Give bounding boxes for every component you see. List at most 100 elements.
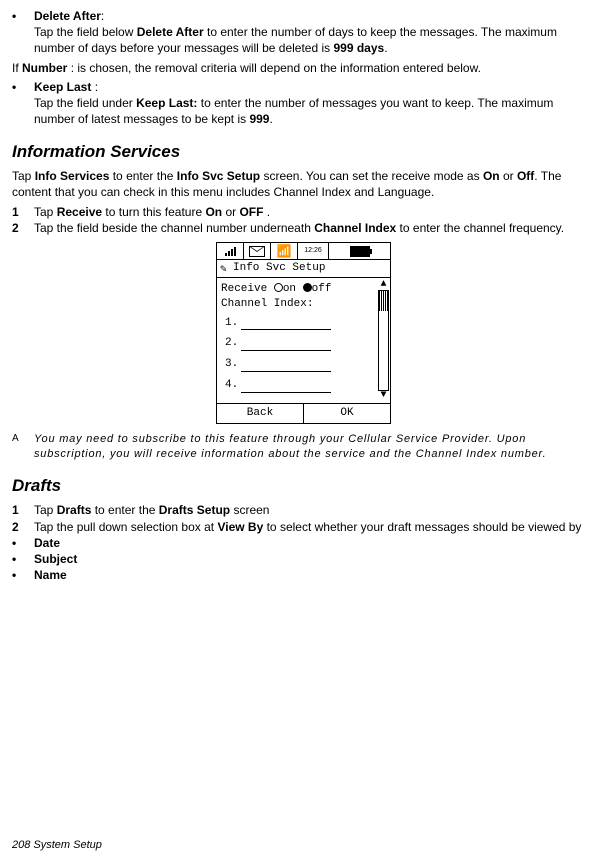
step-content: Tap Drafts to enter the Drafts Setup scr… <box>34 502 595 518</box>
text: Tap <box>34 205 57 219</box>
keep-last-label: Keep Last <box>34 80 91 94</box>
scroll-thumb[interactable] <box>379 291 388 311</box>
step-content: Tap Receive to turn this feature On or O… <box>34 204 595 220</box>
antenna-icon: 📶 <box>271 243 298 259</box>
screen-ref: Drafts Setup <box>159 503 230 517</box>
input-underline[interactable] <box>241 340 331 351</box>
softkey-back[interactable]: Back <box>217 404 304 423</box>
text: to enter the <box>109 169 176 183</box>
channel-line-3[interactable]: 3. <box>225 357 376 372</box>
text: to select whether your draft messages sh… <box>263 520 581 534</box>
field-ref: Receive <box>57 205 102 219</box>
bullet-name: • Name <box>12 567 595 583</box>
delete-after-body: Tap the field below Delete After to ente… <box>34 24 595 56</box>
field-ref: View By <box>217 520 263 534</box>
if-number-line: If Number : is chosen, the removal crite… <box>12 60 595 76</box>
phone-title: Info Svc Setup <box>233 261 325 276</box>
info-step-2: 2 Tap the field beside the channel numbe… <box>12 220 595 236</box>
receive-off-label: off <box>312 283 332 295</box>
text: Tap <box>12 169 35 183</box>
softkey-ok[interactable]: OK <box>304 404 390 423</box>
mode-off: OFF <box>239 205 263 219</box>
bullet-dot: • <box>12 535 34 551</box>
page-footer: 208 System Setup <box>12 838 102 853</box>
battery-icon <box>329 243 390 259</box>
signal-icon <box>217 243 244 259</box>
receive-on-label: on <box>283 283 296 295</box>
drafts-step-1: 1 Tap Drafts to enter the Drafts Setup s… <box>12 502 595 518</box>
text: Tap the field beside the channel number … <box>34 221 314 235</box>
content: Delete After: Tap the field below Delete… <box>34 8 595 57</box>
step-number: 1 <box>12 204 34 220</box>
text: . <box>263 205 270 219</box>
step-number: 1 <box>12 502 34 518</box>
status-bar: 📶 12:26 <box>216 242 391 260</box>
option-name: Number <box>22 61 67 75</box>
keep-last-body: Tap the field under Keep Last: to enter … <box>34 95 595 127</box>
bullet-dot: • <box>12 567 34 583</box>
bullet-delete-after: • Delete After: Tap the field below Dele… <box>12 8 595 57</box>
input-underline[interactable] <box>241 361 331 372</box>
limit-value: 999 days <box>334 41 385 55</box>
text: screen. You can set the receive mode as <box>260 169 483 183</box>
scroll-track[interactable] <box>378 290 389 391</box>
scroll-up-icon[interactable]: ▲ <box>380 280 386 290</box>
channel-line-1[interactable]: 1. <box>225 316 376 331</box>
step-number: 2 <box>12 519 34 535</box>
content: Date <box>34 535 595 551</box>
bullet-subject: • Subject <box>12 551 595 567</box>
pencil-icon <box>220 263 230 273</box>
menu-ref: Drafts <box>57 503 92 517</box>
radio-on-icon[interactable] <box>274 283 283 292</box>
keep-last-label-line: Keep Last : <box>34 79 595 95</box>
phone-screenshot: 📶 12:26 Info Svc Setup Receive on off Ch… <box>12 242 595 424</box>
input-underline[interactable] <box>241 319 331 330</box>
text: Tap the field under <box>34 96 136 110</box>
receive-row[interactable]: Receive on off <box>221 282 376 297</box>
mode-off: Off <box>517 169 534 183</box>
phone-frame: 📶 12:26 Info Svc Setup Receive on off Ch… <box>216 242 391 424</box>
step-content: Tap the field beside the channel number … <box>34 220 595 236</box>
channel-line-4[interactable]: 4. <box>225 378 376 393</box>
info-step-1: 1 Tap Receive to turn this feature On or… <box>12 204 595 220</box>
field-ref: Delete After <box>137 25 204 39</box>
text: If <box>12 61 22 75</box>
input-underline[interactable] <box>241 382 331 393</box>
text: screen <box>230 503 269 517</box>
phone-title-bar: Info Svc Setup <box>216 260 391 278</box>
field-ref: Channel Index <box>314 221 396 235</box>
content: Keep Last : Tap the field under Keep Las… <box>34 79 595 128</box>
note-text: You may need to subscribe to this featur… <box>34 432 595 462</box>
line-number: 3. <box>225 357 241 372</box>
receive-label: Receive <box>221 283 267 295</box>
bullet-dot: • <box>12 79 34 128</box>
mode-on: On <box>205 205 222 219</box>
field-ref: Keep Last: <box>136 96 197 110</box>
text: Tap the field below <box>34 25 137 39</box>
delete-after-label-line: Delete After: <box>34 8 595 24</box>
limit-value: 999 <box>249 112 269 126</box>
line-number: 2. <box>225 336 241 351</box>
softkey-bar: Back OK <box>216 403 391 424</box>
mode-on: On <box>483 169 500 183</box>
text: to enter the <box>91 503 158 517</box>
channel-index-label: Channel Index: <box>221 297 376 312</box>
menu-ref: Info Services <box>35 169 110 183</box>
line-number: 1. <box>225 316 241 331</box>
channel-line-2[interactable]: 2. <box>225 336 376 351</box>
line-number: 4. <box>225 378 241 393</box>
subscription-note: A You may need to subscribe to this feat… <box>12 432 595 462</box>
envelope-icon <box>244 243 271 259</box>
text: or <box>500 169 517 183</box>
heading-information-services: Information Services <box>12 141 595 164</box>
bullet-dot: • <box>12 8 34 57</box>
screen-ref: Info Svc Setup <box>177 169 260 183</box>
text: Tap the pull down selection box at <box>34 520 217 534</box>
scrollbar[interactable]: ▲ ▼ <box>379 280 388 401</box>
scroll-down-icon[interactable]: ▼ <box>380 391 386 401</box>
option-date: Date <box>34 536 60 550</box>
step-content: Tap the pull down selection box at View … <box>34 519 595 535</box>
radio-off-icon[interactable] <box>303 283 312 292</box>
content: Name <box>34 567 595 583</box>
phone-body: Receive on off Channel Index: 1. 2. 3. 4… <box>216 278 391 403</box>
